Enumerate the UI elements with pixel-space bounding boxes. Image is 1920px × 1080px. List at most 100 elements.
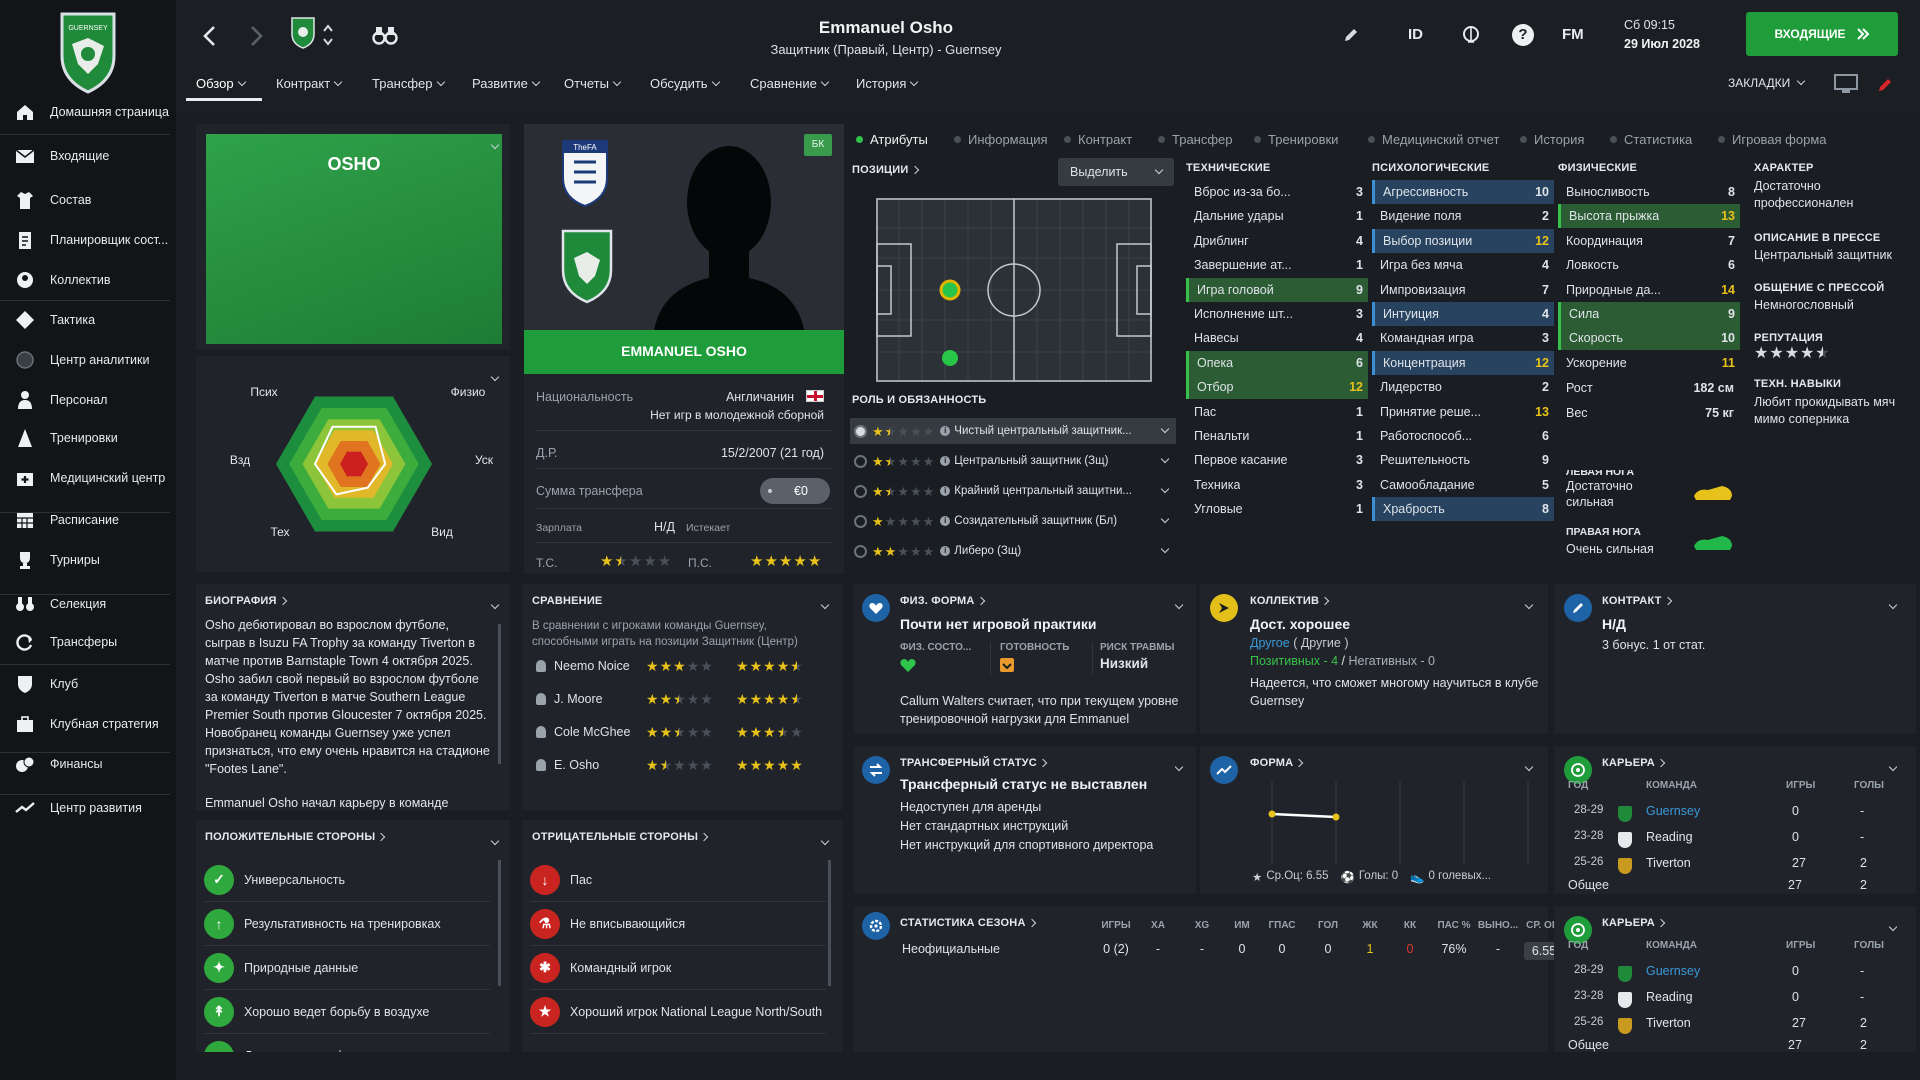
attr-tab-5[interactable]: Медицинский отчет — [1368, 132, 1499, 147]
fm-button[interactable]: FM — [1562, 26, 1584, 43]
attribute-row[interactable]: Первое касание 3 — [1186, 448, 1368, 472]
sidebar-item-scouting[interactable]: Селекция — [0, 585, 176, 623]
chevron-down-icon[interactable] — [1174, 758, 1184, 773]
career-row[interactable]: 23-28 Reading 0 - — [1568, 990, 1908, 1010]
attribute-row[interactable]: Завершение ат... 1 — [1186, 253, 1368, 277]
chevron-down-icon[interactable] — [1160, 514, 1170, 524]
attribute-row[interactable]: Решительность 9 — [1372, 448, 1554, 472]
chevron-down-icon[interactable] — [1160, 454, 1170, 464]
trait-item[interactable]: ★ Хороший игрок National League North/Sou… — [530, 990, 826, 1034]
attribute-row[interactable]: Концентрация 12 — [1372, 350, 1554, 375]
tab-6[interactable]: Сравнение — [750, 76, 830, 91]
attr-tab-0[interactable]: Атрибуты — [856, 132, 928, 147]
attr-tab-8[interactable]: Игровая форма — [1718, 132, 1827, 147]
career-row[interactable]: 23-28 Reading 0 - — [1568, 830, 1908, 850]
career-team[interactable]: Guernsey — [1646, 804, 1700, 818]
role-radio[interactable] — [854, 544, 867, 558]
comparison-row[interactable]: E. Osho★★★★★★★★★★★ — [532, 753, 822, 777]
attr-tab-7[interactable]: Статистика — [1610, 132, 1692, 147]
chevron-down-icon[interactable] — [490, 596, 500, 611]
chevron-down-icon[interactable] — [490, 136, 500, 151]
attribute-row[interactable]: Сила 9 — [1558, 302, 1740, 326]
comparison-row[interactable]: J. Moore★★★★★★★★★★★★ — [532, 687, 822, 711]
role-row[interactable]: ★ ★ ★ ★ ★ i Созидательный защитник (Бл) — [850, 508, 1176, 534]
career-title[interactable]: КАРЬЕРА — [1602, 757, 1666, 769]
sidebar-item-medical[interactable]: Медицинский центр — [0, 459, 176, 497]
trait-item[interactable]: ↑ Результативность на тренировках — [204, 902, 490, 946]
role-row[interactable]: ★★★★★★iЦентральный защитник (Зщ) — [850, 448, 1176, 474]
chevron-down-icon[interactable] — [1524, 596, 1534, 611]
attribute-row[interactable]: Самообладание 5 — [1372, 473, 1554, 497]
sidebar-item-trophy[interactable]: Турниры — [0, 541, 176, 579]
trait-item[interactable]: ☺ Достаточно профессионален — [204, 1034, 490, 1052]
career-row[interactable]: 25-26 Tiverton 27 2 — [1568, 1016, 1908, 1036]
negatives-title[interactable]: ОТРИЦАТЕЛЬНЫЕ СТОРОНЫ — [532, 831, 709, 843]
continue-button[interactable]: ВХОДЯЩИЕ — [1746, 12, 1898, 56]
positives-scrollbar[interactable] — [498, 860, 501, 986]
tab-5[interactable]: Обсудить — [650, 76, 720, 91]
comparison-row[interactable]: Cole McGhee★★★★★★★★★★★★ — [532, 720, 822, 744]
attr-tab-3[interactable]: Трансфер — [1158, 132, 1233, 147]
attr-tab-2[interactable]: Контракт — [1064, 132, 1132, 147]
attribute-row[interactable]: Навесы 4 — [1186, 326, 1368, 350]
role-radio[interactable] — [854, 514, 867, 528]
attribute-row[interactable]: Лидерство 2 — [1372, 375, 1554, 399]
chevron-down-icon[interactable] — [820, 832, 830, 847]
attribute-row[interactable]: Вброс из-за бо... 3 — [1186, 180, 1368, 204]
id-button[interactable]: ID — [1408, 26, 1423, 43]
attribute-row[interactable]: Выносливость 8 — [1558, 180, 1740, 204]
tab-4[interactable]: Отчеты — [564, 76, 622, 91]
attribute-row[interactable]: Пас 1 — [1186, 400, 1368, 424]
chevron-down-icon[interactable] — [1888, 918, 1898, 933]
attribute-row[interactable]: Работоспособ... 6 — [1372, 424, 1554, 448]
role-radio[interactable] — [854, 424, 867, 438]
attribute-row[interactable]: Техника 3 — [1186, 473, 1368, 497]
attribute-row[interactable]: Выбор позиции 12 — [1372, 228, 1554, 253]
career-title[interactable]: КАРЬЕРА — [1602, 917, 1666, 929]
fitness-title[interactable]: ФИЗ. ФОРМА — [900, 595, 985, 607]
chevron-down-icon[interactable] — [820, 596, 830, 611]
info-icon[interactable]: i — [940, 426, 951, 436]
tab-7[interactable]: История — [856, 76, 919, 91]
scouting-binoculars-icon[interactable] — [372, 24, 398, 46]
attribute-row[interactable]: Игра без мяча 4 — [1372, 253, 1554, 277]
biography-scrollbar[interactable] — [498, 624, 501, 764]
attr-tab-4[interactable]: Тренировки — [1254, 132, 1338, 147]
sidebar-item-training[interactable]: Тренировки — [0, 419, 176, 457]
career-row[interactable]: 25-26 Tiverton 27 2 — [1568, 856, 1908, 876]
attribute-row[interactable]: Ловкость 6 — [1558, 253, 1740, 277]
attribute-row[interactable]: Природные да... 14 — [1558, 278, 1740, 302]
sidebar-item-tactics[interactable]: Тактика — [0, 301, 176, 339]
attribute-row[interactable]: Командная игра 3 — [1372, 326, 1554, 350]
sidebar-item-strategy[interactable]: Клубная стратегия — [0, 705, 176, 743]
role-row[interactable]: ★ ★ ★ ★ ★ i Либеро (Зщ) — [850, 538, 1176, 564]
trait-item[interactable]: ✱ Командный игрок — [530, 946, 826, 990]
club-switch-icon[interactable] — [290, 16, 316, 50]
info-icon[interactable]: i — [940, 546, 951, 556]
sidebar-item-club[interactable]: Клуб — [0, 665, 176, 703]
attribute-row[interactable]: Дальние удары 1 — [1186, 204, 1368, 228]
sidebar-item-analytics[interactable]: Центр аналитики — [0, 341, 176, 379]
form-title[interactable]: ФОРМА — [1250, 757, 1304, 769]
bookmarks-button[interactable]: ЗАКЛАДКИ — [1728, 76, 1806, 90]
attribute-row[interactable]: Высота прыжка 13 — [1558, 204, 1740, 229]
attribute-row[interactable]: Угловые 1 — [1186, 497, 1368, 521]
negatives-scrollbar[interactable] — [828, 860, 831, 986]
help-icon[interactable]: ? — [1512, 24, 1534, 46]
transfer-fee-pill[interactable]: €0 — [760, 478, 830, 504]
attr-tab-6[interactable]: История — [1520, 132, 1584, 147]
forward-button[interactable] — [246, 24, 266, 48]
edit-pencil-icon[interactable] — [1342, 26, 1360, 44]
attribute-row[interactable]: Храбрость 8 — [1372, 497, 1554, 522]
attribute-row[interactable]: Видение поля 2 — [1372, 204, 1554, 228]
stat-header[interactable]: ВЫНО... — [1472, 920, 1524, 931]
chevron-down-icon[interactable] — [1888, 758, 1898, 773]
sidebar-item-transfers[interactable]: Трансферы — [0, 623, 176, 661]
attribute-row[interactable]: Интуиция 4 — [1372, 302, 1554, 326]
attribute-row[interactable]: Координация 7 — [1558, 229, 1740, 253]
tab-1[interactable]: Контракт — [276, 76, 343, 91]
stat-header[interactable]: ГПАС — [1256, 920, 1308, 931]
attribute-row[interactable]: Принятие реше... 13 — [1372, 400, 1554, 424]
info-icon[interactable]: i — [940, 486, 951, 496]
sidebar-item-finance[interactable]: Финансы — [0, 745, 176, 783]
